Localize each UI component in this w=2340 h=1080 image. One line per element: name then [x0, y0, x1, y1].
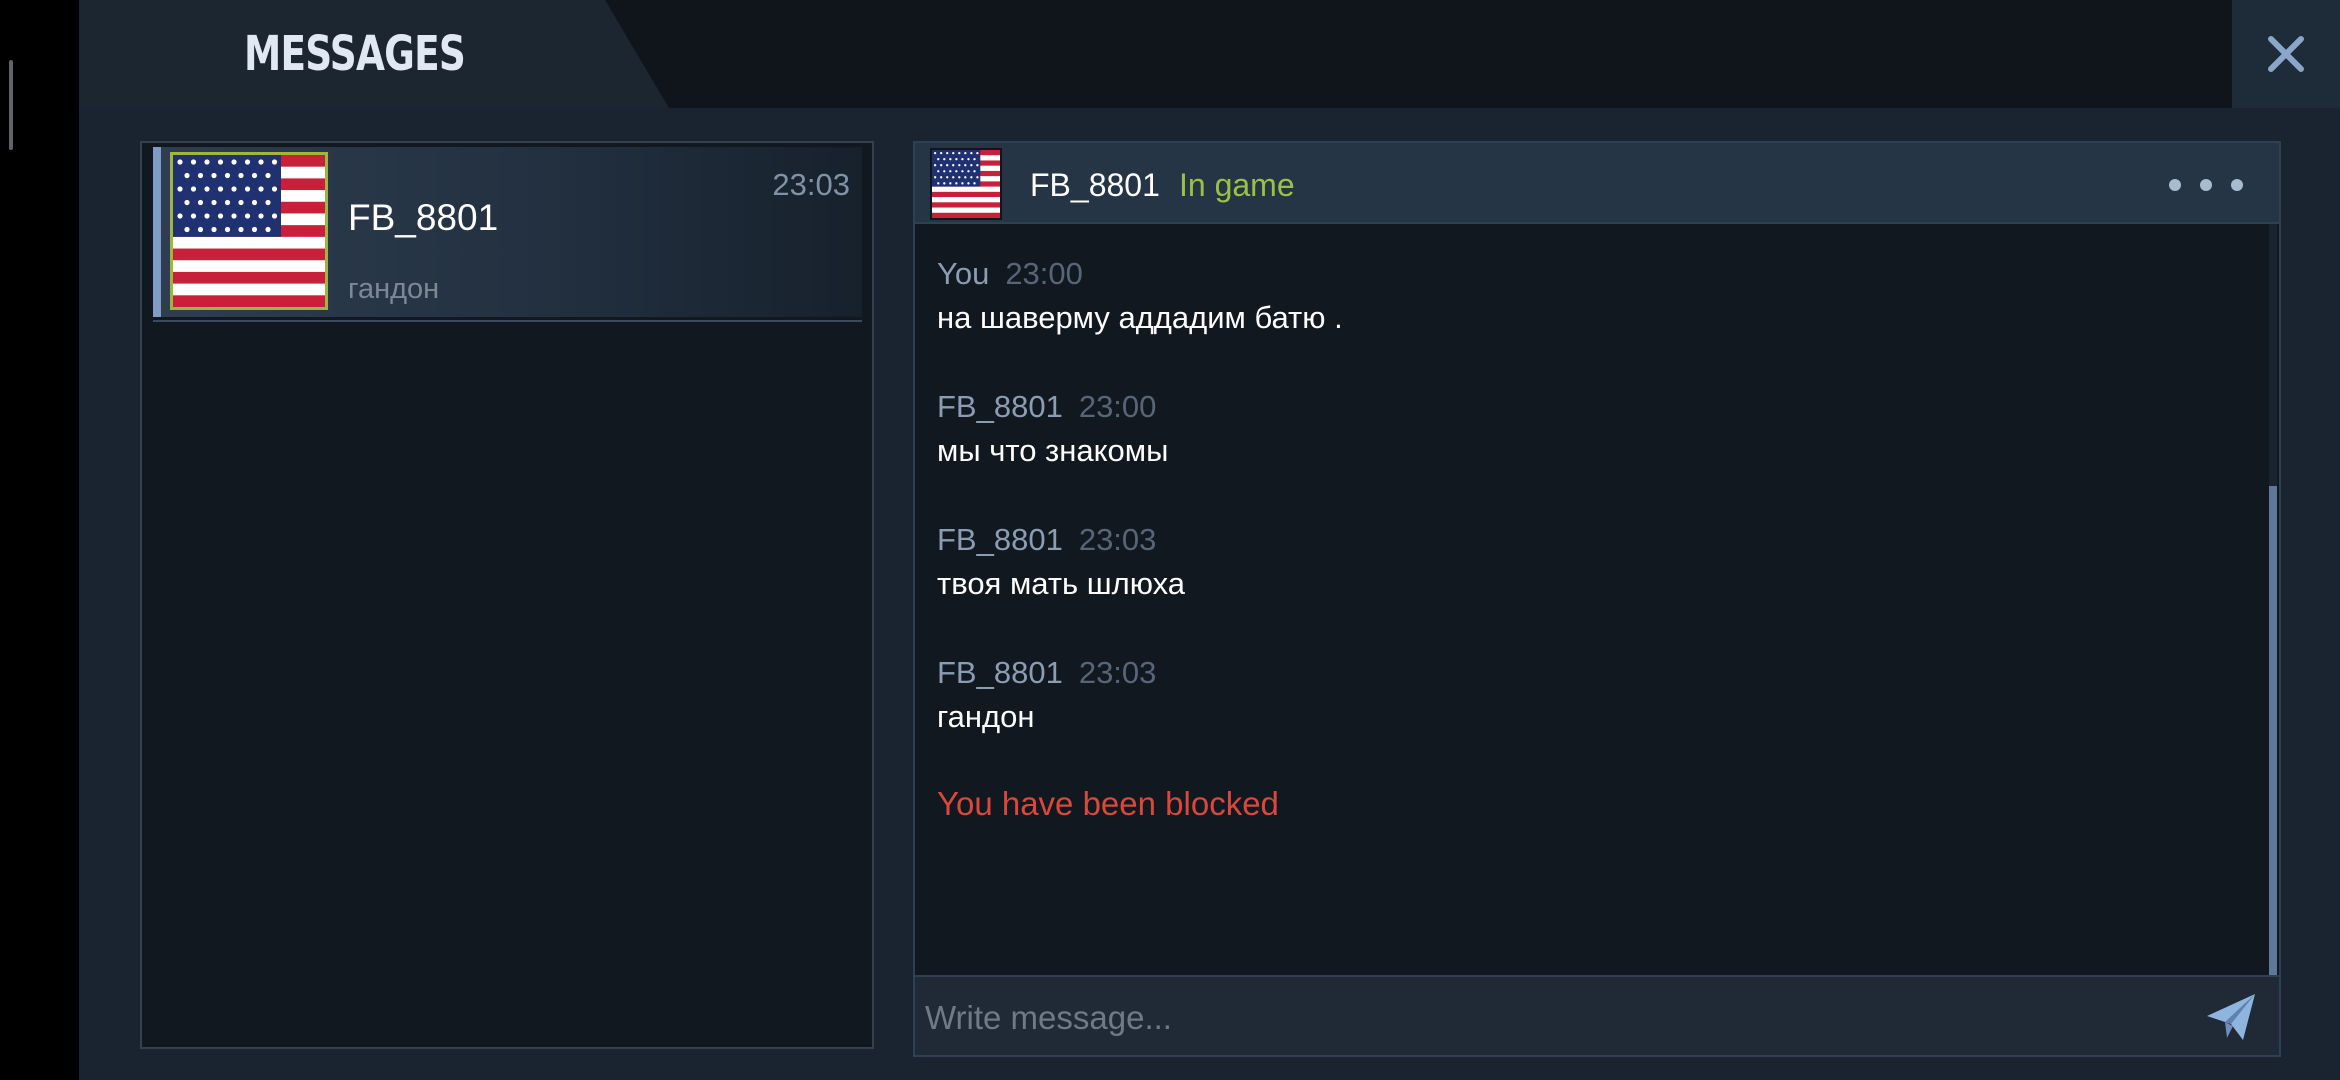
- message-time: 23:00: [1005, 256, 1083, 291]
- message-thread[interactable]: You 23:00 на шаверму аддадим батю . FB_88…: [913, 224, 2281, 975]
- more-dots-icon: [2200, 179, 2212, 191]
- us-flag-avatar: [170, 152, 328, 310]
- message-time: 23:03: [1078, 655, 1157, 690]
- message-time: 23:00: [1078, 389, 1157, 424]
- system-edge-strip: [0, 0, 79, 1080]
- send-button[interactable]: [2203, 990, 2259, 1046]
- page-title: MESSAGES: [244, 26, 466, 82]
- conversation-list: FB_8801 23:03 гандон: [140, 141, 874, 1049]
- paper-plane-icon: [2207, 994, 2255, 1040]
- message-item: You 23:00 на шаверму аддадим батю .: [937, 256, 1343, 336]
- chat-header: FB_8801 In game: [913, 141, 2281, 224]
- message-composer: [913, 975, 2281, 1057]
- us-flag-icon: [173, 155, 325, 308]
- message-author: FB_8801: [937, 522, 1063, 557]
- scrollbar-thumb[interactable]: [2269, 486, 2277, 975]
- message-text: твоя мать шлюха: [937, 566, 1186, 601]
- message-author: FB_8801: [937, 389, 1063, 424]
- conversation-name: FB_8801: [348, 197, 499, 238]
- chat-panel: FB_8801 In game You 23:00 на шаверму адда…: [913, 141, 2281, 1057]
- contact-status: In game: [1179, 167, 1295, 203]
- more-options-button[interactable]: [2161, 163, 2251, 207]
- message-item: FB_8801 23:00 мы что знакомы: [937, 389, 1168, 469]
- conversation-item[interactable]: FB_8801 23:03 гандон: [153, 147, 862, 317]
- close-icon: [2268, 36, 2304, 72]
- message-text: на шаверму аддадим батю .: [937, 300, 1343, 335]
- messages-window: MESSAGES FB_8801 23:03 гандон FB_8801 In…: [79, 0, 2340, 1080]
- message-author: You: [937, 256, 990, 291]
- message-input[interactable]: [923, 987, 2177, 1049]
- message-item: FB_8801 23:03 гандон: [937, 655, 1156, 735]
- conversation-preview: гандон: [348, 273, 440, 305]
- conversation-time: 23:03: [772, 167, 850, 202]
- message-text: мы что знакомы: [937, 433, 1169, 468]
- message-author: FB_8801: [937, 655, 1063, 690]
- us-flag-icon: [932, 150, 1000, 219]
- contact-avatar[interactable]: [930, 148, 1002, 220]
- message-item: FB_8801 23:03 твоя мать шлюха: [937, 522, 1185, 602]
- message-text: гандон: [937, 699, 1035, 734]
- more-dots-icon: [2231, 179, 2243, 191]
- blocked-notice: You have been blocked: [937, 785, 1279, 822]
- message-time: 23:03: [1078, 522, 1157, 557]
- contact-name[interactable]: FB_8801: [1030, 167, 1160, 204]
- more-dots-icon: [2169, 179, 2181, 191]
- system-edge-handle[interactable]: [9, 60, 13, 150]
- list-divider: [153, 320, 862, 322]
- close-button[interactable]: [2232, 0, 2340, 108]
